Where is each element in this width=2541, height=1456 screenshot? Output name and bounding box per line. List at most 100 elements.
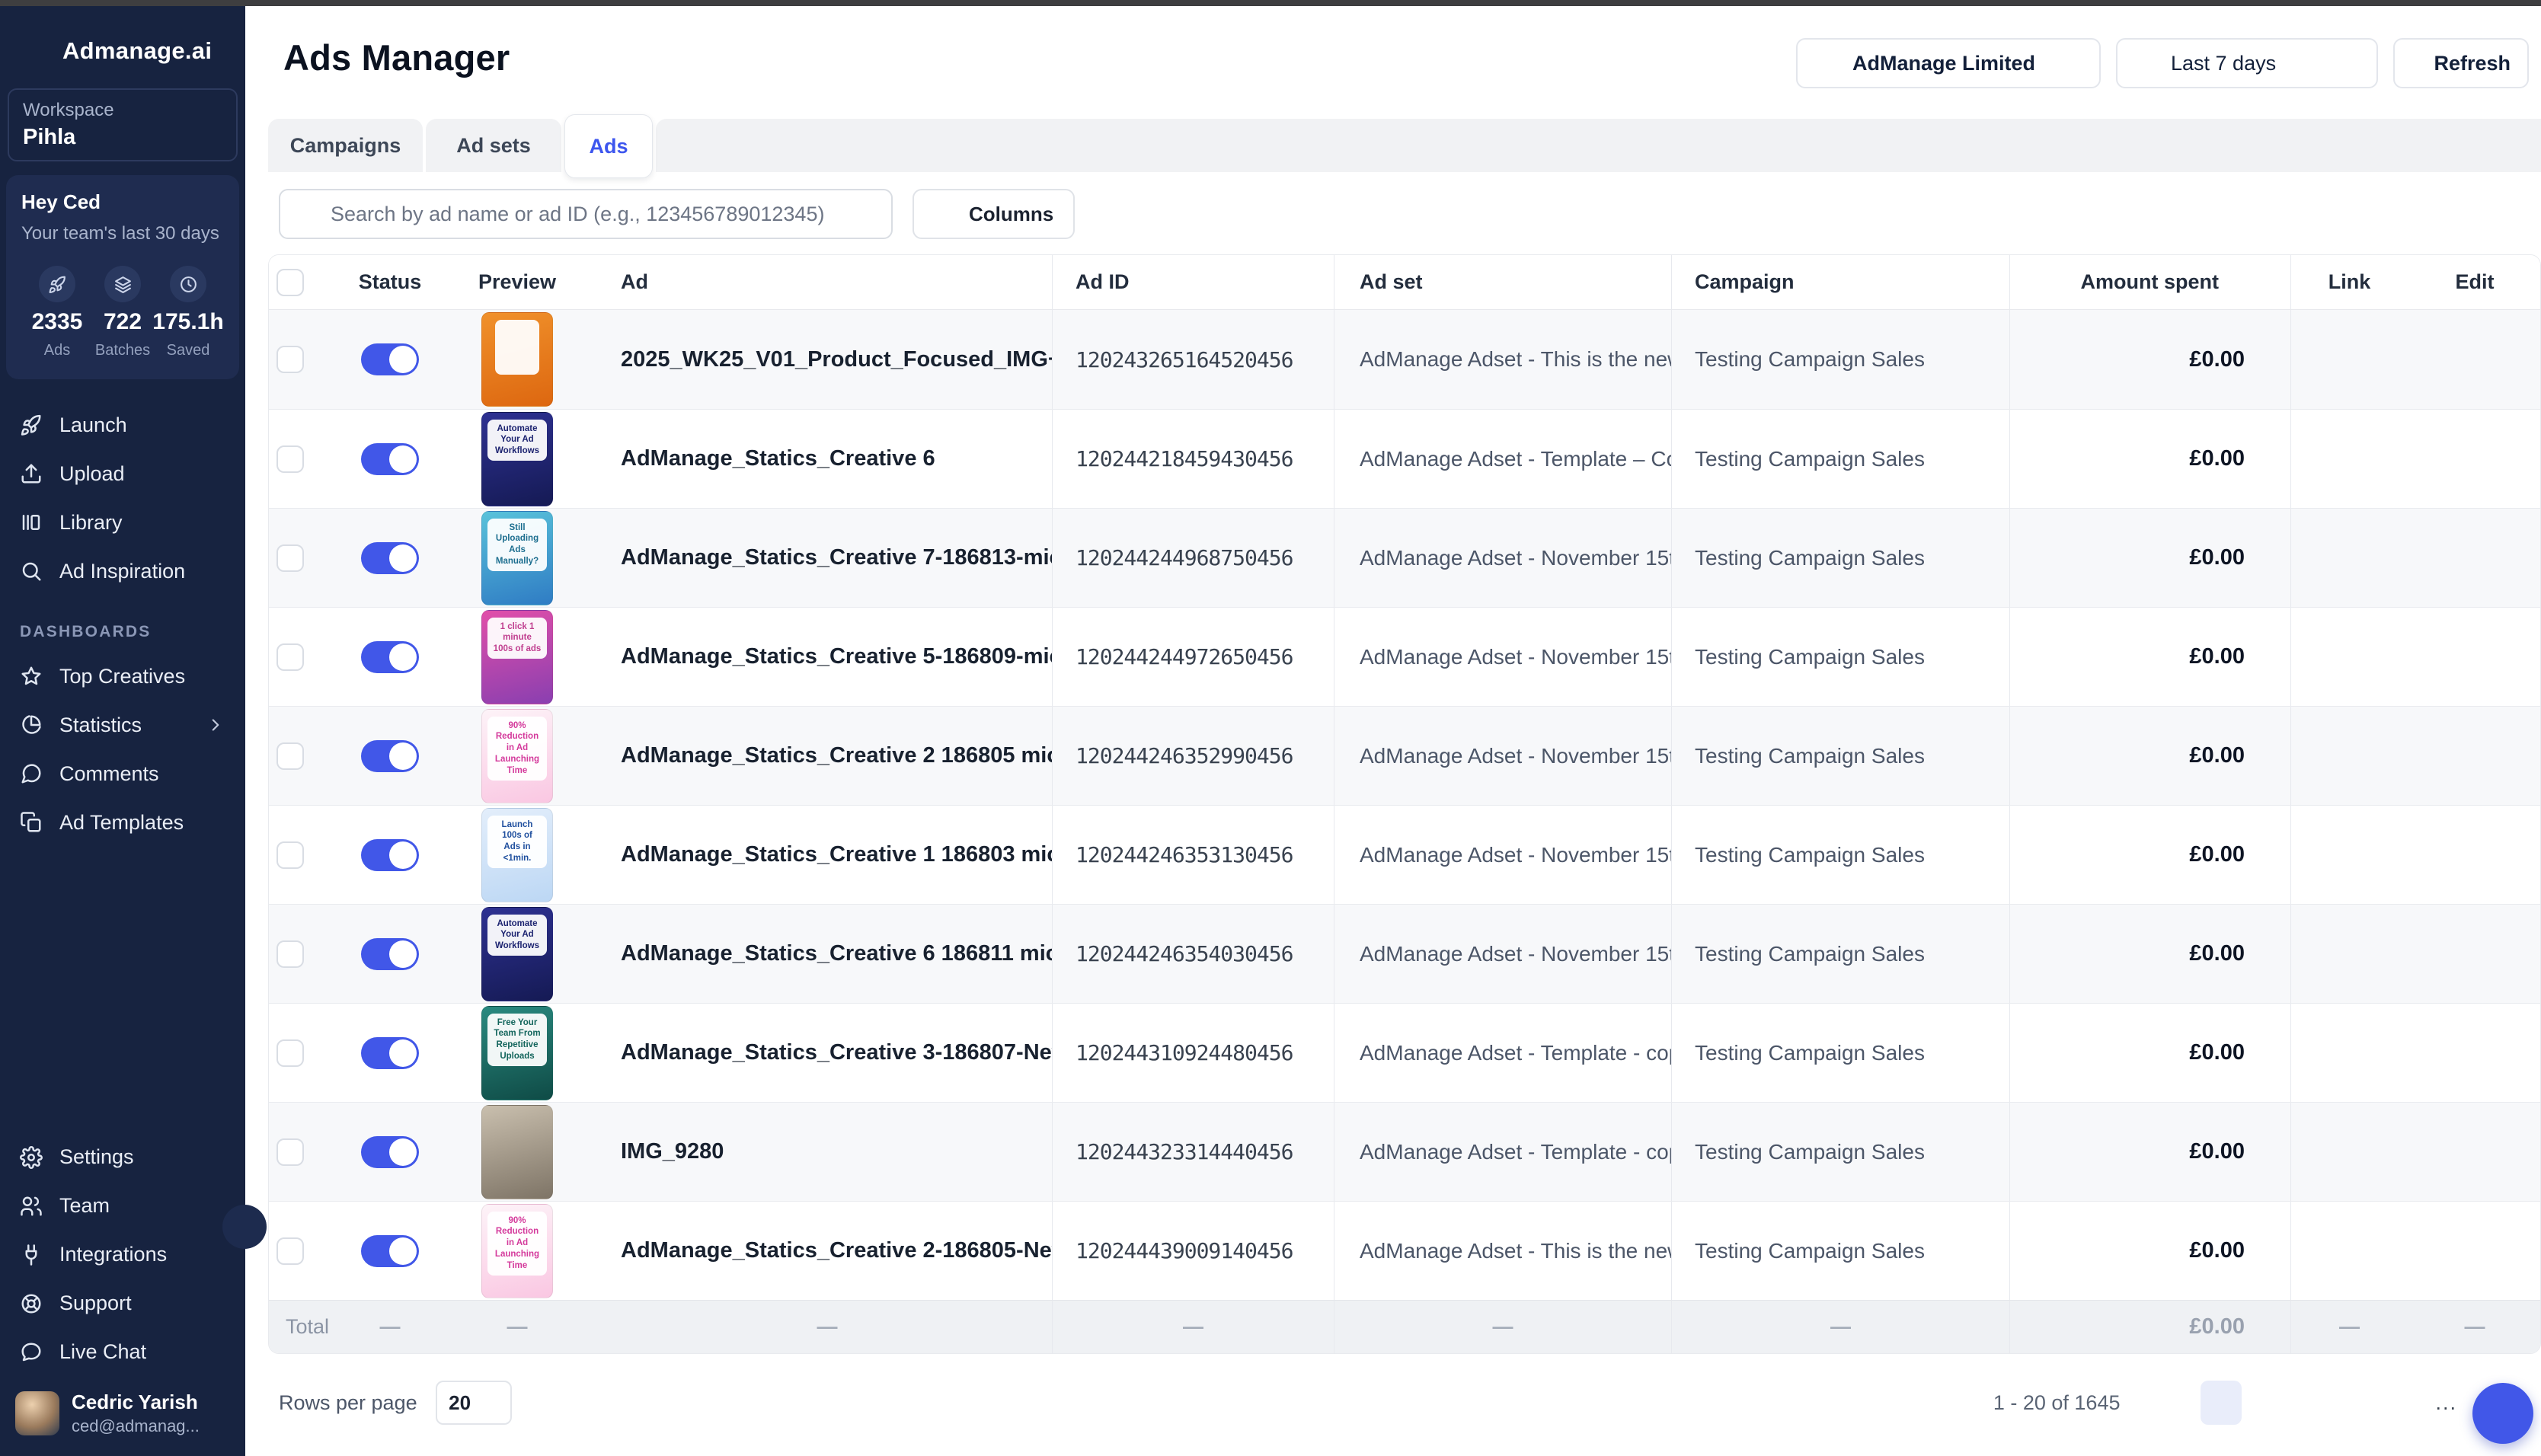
ad-preview-thumbnail[interactable]: [481, 312, 553, 407]
pencil-icon[interactable]: [2463, 545, 2488, 570]
status-toggle[interactable]: [361, 740, 419, 772]
row-checkbox[interactable]: [276, 742, 304, 770]
column-header-ad[interactable]: Ad: [602, 255, 1052, 309]
pencil-icon[interactable]: [2463, 941, 2488, 966]
search-input[interactable]: Search by ad name or ad ID (e.g., 123456…: [279, 189, 893, 239]
pencil-icon[interactable]: [2463, 644, 2488, 669]
arrow-down-icon[interactable]: [2226, 273, 2245, 292]
pencil-icon[interactable]: [2463, 347, 2488, 372]
previous-page-button[interactable]: [2153, 1381, 2184, 1425]
sidebar-item-upload[interactable]: Upload: [0, 449, 245, 498]
sidebar-item-live-chat[interactable]: Live Chat: [0, 1328, 245, 1377]
ad-preview-thumbnail[interactable]: Automate Your Ad Workflows: [481, 907, 553, 1001]
column-header-ad-set[interactable]: Ad set: [1334, 255, 1671, 309]
sidebar-item-statistics[interactable]: Statistics: [0, 701, 245, 749]
sidebar-item-ad-inspiration[interactable]: Ad Inspiration: [0, 547, 245, 595]
sidebar-item-comments[interactable]: Comments: [0, 749, 245, 798]
sort-icon[interactable]: [1430, 275, 1446, 290]
pencil-icon[interactable]: [2463, 446, 2488, 471]
status-toggle[interactable]: [361, 839, 419, 871]
column-header-amount-spent[interactable]: Amount spent: [2009, 255, 2290, 309]
column-header-campaign[interactable]: Campaign: [1671, 255, 2009, 309]
live-chat-fab[interactable]: [2472, 1383, 2533, 1444]
status-toggle[interactable]: [361, 641, 419, 673]
date-range-picker[interactable]: Last 7 days: [2116, 38, 2378, 88]
external-link-icon[interactable]: [2336, 742, 2364, 770]
page-button-4[interactable]: [2338, 1381, 2379, 1425]
row-checkbox[interactable]: [276, 445, 304, 473]
row-checkbox[interactable]: [276, 1138, 304, 1166]
sidebar-item-library[interactable]: Library: [0, 498, 245, 547]
pencil-icon[interactable]: [2463, 842, 2488, 867]
column-header-ad-id[interactable]: Ad ID: [1052, 255, 1334, 309]
external-link-icon[interactable]: [2336, 1138, 2364, 1166]
account-selector[interactable]: AdManage Limited: [1796, 38, 2101, 88]
external-link-icon[interactable]: [2336, 445, 2364, 473]
ad-preview-thumbnail[interactable]: [481, 1105, 553, 1199]
tab-campaigns[interactable]: Campaigns: [268, 119, 423, 172]
user-menu[interactable]: Cedric Yarish ced@admanag...: [0, 1377, 245, 1456]
row-checkbox[interactable]: [276, 841, 304, 869]
ad-preview-thumbnail[interactable]: 90% Reduction in Ad Launching Time: [481, 709, 553, 803]
status-toggle[interactable]: [361, 542, 419, 574]
row-checkbox[interactable]: [276, 346, 304, 373]
row-checkbox[interactable]: [276, 1237, 304, 1265]
external-link-icon[interactable]: [2336, 544, 2364, 572]
columns-button[interactable]: Columns: [913, 189, 1075, 239]
page-button-3[interactable]: [2292, 1381, 2333, 1425]
copy-icon: [20, 811, 43, 834]
ad-preview-thumbnail[interactable]: Launch 100s of Ads in <1min.: [481, 808, 553, 902]
status-toggle[interactable]: [361, 1235, 419, 1267]
tab-ads[interactable]: Ads: [564, 114, 653, 178]
sidebar-item-support[interactable]: Support: [0, 1279, 245, 1328]
pencil-icon[interactable]: [2463, 743, 2488, 768]
sort-icon[interactable]: [1802, 275, 1817, 290]
external-link-icon[interactable]: [2336, 841, 2364, 869]
rows-per-page-select[interactable]: 20: [436, 1381, 512, 1425]
pencil-icon[interactable]: [2463, 1238, 2488, 1263]
pencil-icon[interactable]: [2463, 1139, 2488, 1164]
ad-preview-caption: Free Your Team From Repetitive Uploads: [487, 1014, 547, 1067]
status-toggle[interactable]: [361, 1136, 419, 1168]
sidebar-collapse-button[interactable]: [222, 1205, 267, 1249]
ad-preview-thumbnail[interactable]: 1 click 1 minute 100s of ads: [481, 610, 553, 704]
status-toggle[interactable]: [361, 938, 419, 970]
sort-icon[interactable]: [1137, 275, 1152, 290]
sort-icon[interactable]: [656, 275, 671, 290]
workspace-selector[interactable]: Workspace Pihla: [8, 88, 238, 161]
ad-preview-thumbnail[interactable]: Automate Your Ad Workflows: [481, 412, 553, 506]
select-all-checkbox[interactable]: [276, 269, 304, 296]
pagination: 1 - 20 of 1645 ...: [1993, 1381, 2457, 1425]
table-body: 2025_WK25_V01_Product_Focused_IMG+TEXT_C…: [269, 310, 2540, 1300]
sidebar-item-integrations[interactable]: Integrations: [0, 1231, 245, 1279]
row-checkbox[interactable]: [276, 1039, 304, 1067]
row-checkbox[interactable]: [276, 940, 304, 968]
sidebar-item-team[interactable]: Team: [0, 1182, 245, 1231]
status-toggle[interactable]: [361, 343, 419, 375]
main-content: Ads Manager AdManage Limited Last 7 days…: [245, 6, 2541, 1456]
pencil-icon[interactable]: [2463, 1040, 2488, 1065]
tab-ad-sets[interactable]: Ad sets: [426, 119, 561, 172]
status-toggle[interactable]: [361, 1037, 419, 1069]
external-link-icon[interactable]: [2336, 1039, 2364, 1067]
sidebar-item-settings[interactable]: Settings: [0, 1133, 245, 1182]
refresh-button[interactable]: Refresh: [2393, 38, 2529, 88]
amount-spent: £0.00: [2189, 1040, 2245, 1065]
close-icon[interactable]: [204, 193, 224, 212]
row-checkbox[interactable]: [276, 544, 304, 572]
external-link-icon[interactable]: [2336, 643, 2364, 671]
page-button-1[interactable]: [2201, 1381, 2242, 1425]
page-button-5[interactable]: [2383, 1381, 2424, 1425]
external-link-icon[interactable]: [2336, 940, 2364, 968]
sidebar-item-ad-templates[interactable]: Ad Templates: [0, 798, 245, 847]
ad-preview-thumbnail[interactable]: Still Uploading Ads Manually?: [481, 511, 553, 605]
page-button-2[interactable]: [2246, 1381, 2287, 1425]
external-link-icon[interactable]: [2336, 346, 2364, 373]
ad-preview-thumbnail[interactable]: 90% Reduction in Ad Launching Time: [481, 1204, 553, 1298]
row-checkbox[interactable]: [276, 643, 304, 671]
sidebar-item-top-creatives[interactable]: Top Creatives: [0, 652, 245, 701]
ad-preview-thumbnail[interactable]: Free Your Team From Repetitive Uploads: [481, 1006, 553, 1100]
status-toggle[interactable]: [361, 443, 419, 475]
external-link-icon[interactable]: [2336, 1237, 2364, 1265]
sidebar-item-launch[interactable]: Launch: [0, 401, 245, 449]
